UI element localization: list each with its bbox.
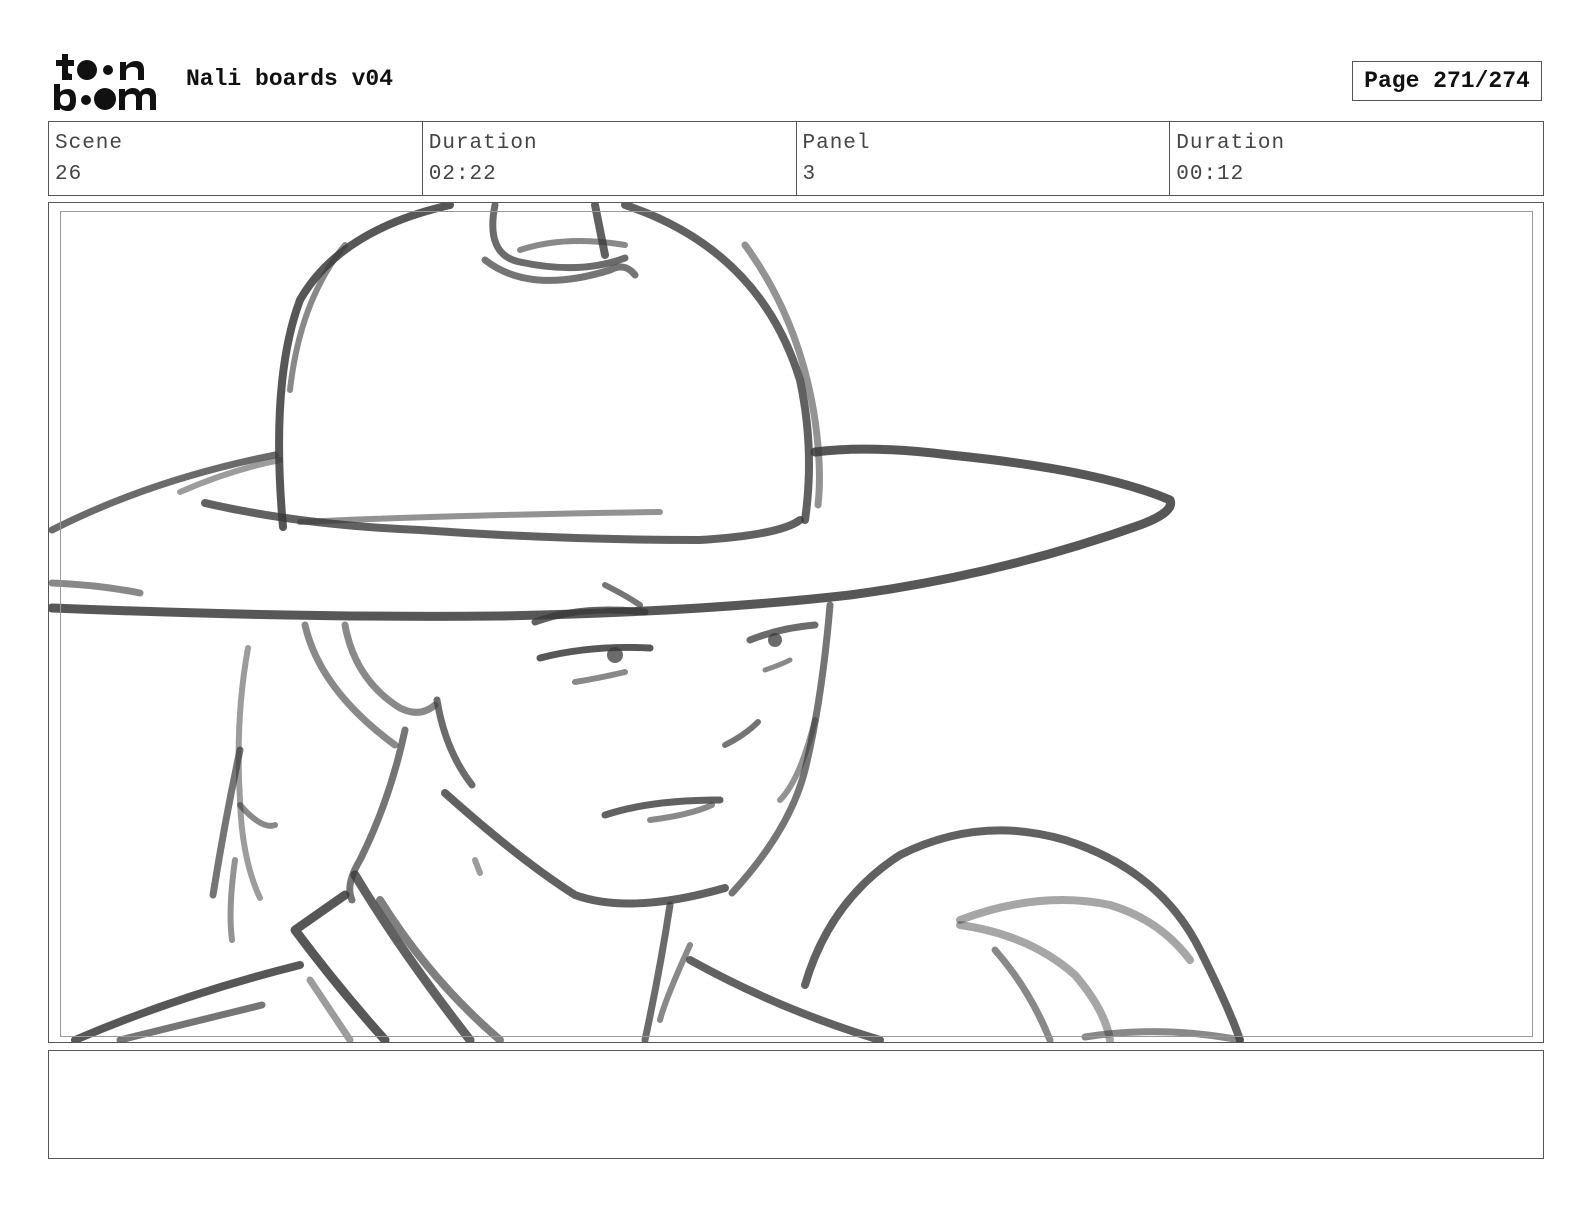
panel-label: Panel bbox=[802, 132, 871, 155]
panel-value: 3 bbox=[802, 163, 817, 186]
scene-value: 26 bbox=[55, 163, 83, 186]
panel-notes-box bbox=[48, 1050, 1544, 1159]
scene-cell: Scene 26 bbox=[49, 122, 423, 195]
panel-cell: Panel 3 bbox=[797, 122, 1171, 195]
page-indicator: Page 271/274 bbox=[1352, 61, 1542, 101]
panel-safe-area bbox=[60, 211, 1533, 1037]
scene-duration-label: Duration bbox=[428, 132, 538, 155]
info-row: Scene 26 Duration 02:22 Panel 3 Duration… bbox=[48, 121, 1544, 196]
toonboom-logo bbox=[54, 54, 156, 111]
scene-duration-value: 02:22 bbox=[428, 163, 497, 186]
document-title: Nali boards v04 bbox=[186, 66, 394, 92]
scene-duration-cell: Duration 02:22 bbox=[423, 122, 797, 195]
scene-label: Scene bbox=[55, 132, 124, 155]
panel-duration-label: Duration bbox=[1176, 132, 1286, 155]
panel-duration-cell: Duration 00:12 bbox=[1170, 122, 1543, 195]
panel-duration-value: 00:12 bbox=[1176, 163, 1245, 186]
